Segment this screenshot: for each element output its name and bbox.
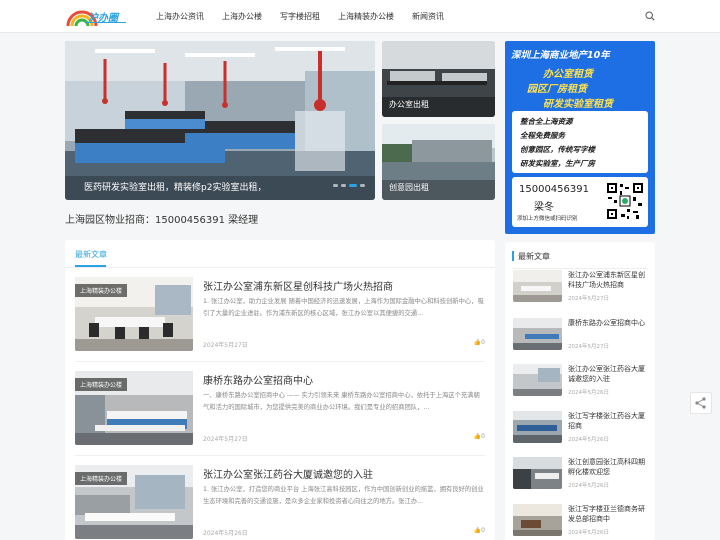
- ad-contact-box: 15000456391 梁冬 添加上方微信或扫码识别: [512, 177, 648, 227]
- sidebar-thumbnail[interactable]: [513, 504, 562, 536]
- divider: [75, 455, 485, 456]
- nav-item-news[interactable]: 新闻资讯: [412, 11, 444, 22]
- sidebar-title: 最新文章: [518, 252, 550, 261]
- article-excerpt: 1. 张江办公室，打造您的商业平台 上海张江高科技园区，作为中国创新创业的摇篮，…: [203, 486, 484, 505]
- like-button[interactable]: 👍0: [474, 433, 485, 440]
- article-thumbnail[interactable]: 上海精装办公楼: [75, 371, 193, 445]
- sidebar-article[interactable]: 张江办公室浦东新区星创科技广场火热招商 2024年5月27日: [513, 270, 653, 314]
- like-count: 0: [481, 339, 485, 346]
- sidebar-title-bar: [512, 251, 514, 261]
- sidebar-thumbnail[interactable]: [513, 411, 562, 443]
- sidebar-article[interactable]: 张江创意园张江高科四期孵化楼欢迎您 2024年5月26日: [513, 457, 653, 501]
- sidebar-thumbnail[interactable]: [513, 457, 562, 489]
- ad-name: 梁冬: [534, 202, 554, 213]
- ad-body-line: 整合全上海资源: [520, 117, 573, 126]
- nav-item-office-news[interactable]: 上海办公资讯: [156, 11, 204, 22]
- main-nav: 上海办公资讯 上海办公楼 写字楼招租 上海精装办公楼 新闻资讯: [156, 11, 462, 22]
- sidebar-article-title[interactable]: 张江创意园张江高科四期孵化楼欢迎您: [568, 457, 650, 477]
- nav-item-fitted-office[interactable]: 上海精装办公楼: [338, 11, 394, 22]
- site-header: 沪办圈 上海办公资讯 上海办公楼 写字楼招租 上海精装办公楼 新闻资讯: [0, 0, 720, 33]
- hero-slider[interactable]: [65, 41, 375, 200]
- ad-body-line: 研发实验室，生产厂房: [520, 159, 595, 168]
- sidebar-article-title[interactable]: 张江写字楼张江药谷大厦招商: [568, 411, 650, 431]
- card-label: 创意园出租: [389, 183, 429, 192]
- card-label: 办公室出租: [389, 100, 429, 109]
- ad-wechat-hint: 添加上方微信或扫码识别: [517, 216, 578, 222]
- article-excerpt: 1. 张江办公室，助力企业发展 随着中国经济的迅速发展，上海作为国际金融中心和科…: [203, 298, 484, 317]
- divider: [65, 267, 495, 268]
- sidebar-article-title[interactable]: 张江写字楼亚兰德商务研发总部招商中: [568, 504, 650, 524]
- logo-underline: [86, 22, 126, 23]
- sidebar-article[interactable]: 张江写字楼亚兰德商务研发总部招商中 2024年5月26日: [513, 504, 653, 540]
- like-button[interactable]: 👍0: [474, 527, 485, 534]
- category-tag[interactable]: 上海精装办公楼: [75, 284, 128, 297]
- slider-dot[interactable]: [341, 184, 346, 187]
- article-date: 2024年5月26日: [203, 530, 248, 537]
- article-item[interactable]: 上海精装办公楼 康桥东路办公室招商中心 一、康桥东路办公室招商中心 —— 实力引…: [75, 371, 485, 455]
- article-item[interactable]: 上海精装办公楼 张江办公室浦东新区星创科技广场火热招商 1. 张江办公室，助力企…: [75, 277, 485, 361]
- article-excerpt: 一、康桥东路办公室招商中心 —— 实力引领未来 康桥东路办公室招商中心，依托于上…: [203, 392, 480, 411]
- sidebar-article-date: 2024年5月26日: [568, 390, 609, 396]
- card-office-rental[interactable]: 办公室出租: [382, 41, 495, 117]
- ad-body-line: 全程免费服务: [520, 131, 565, 140]
- article-title[interactable]: 张江办公室浦东新区星创科技广场火热招商: [203, 278, 393, 293]
- sidebar-article-date: 2024年5月27日: [568, 296, 609, 302]
- sidebar-article-date: 2024年5月26日: [568, 530, 609, 536]
- sidebar-article-title[interactable]: 张江办公室张江药谷大厦诚邀您的入驻: [568, 364, 650, 384]
- category-tag[interactable]: 上海精装办公楼: [75, 378, 128, 391]
- nav-item-office-building[interactable]: 上海办公楼: [222, 11, 262, 22]
- sidebar-article[interactable]: 张江写字楼张江药谷大厦招商 2024年5月26日: [513, 411, 653, 455]
- search-icon[interactable]: [645, 11, 655, 21]
- category-tag[interactable]: 上海精装办公楼: [75, 472, 128, 485]
- slider-caption[interactable]: 医药研发实验室出租，精装修p2实验室出租，: [84, 180, 266, 193]
- divider: [512, 268, 648, 269]
- advert-banner[interactable]: 深圳上海商业地产10年 办公室租赁 园区厂房租赁 研发实验室租赁 整合全上海资源…: [505, 41, 655, 234]
- sidebar-latest-articles: 最新文章 张江办公室浦东新区星创科技广场火热招商 2024年5月27日 康桥东路…: [505, 242, 655, 540]
- sidebar-thumbnail[interactable]: [513, 270, 562, 302]
- article-item[interactable]: 上海精装办公楼 张江办公室张江药谷大厦诚邀您的入驻 1. 张江办公室，打造您的商…: [75, 465, 485, 540]
- sidebar-thumbnail[interactable]: [513, 318, 562, 350]
- ad-headline: 深圳上海商业地产10年: [511, 50, 610, 61]
- slider-dots: [333, 184, 365, 187]
- slider-dot[interactable]: [360, 184, 365, 187]
- ad-line: 研发实验室租赁: [543, 99, 613, 110]
- ad-line: 办公室租赁: [543, 69, 593, 80]
- article-thumbnail[interactable]: 上海精装办公楼: [75, 277, 193, 351]
- like-count: 0: [481, 527, 485, 534]
- ad-phone: 15000456391: [519, 184, 589, 195]
- sidebar-article[interactable]: 康桥东路办公室招商中心 2024年5月27日: [513, 318, 653, 362]
- card-creative-park[interactable]: 创意园出租: [382, 124, 495, 200]
- ad-line: 园区厂房租赁: [527, 84, 587, 95]
- slider-dot[interactable]: [333, 184, 338, 187]
- share-icon: [695, 397, 706, 409]
- tab-latest-articles[interactable]: 最新文章: [75, 249, 107, 260]
- ad-body-box: 整合全上海资源 全程免费服务 创意园区，传统写字楼 研发实验室，生产厂房: [512, 111, 648, 173]
- article-thumbnail[interactable]: 上海精装办公楼: [75, 465, 193, 539]
- latest-articles-panel: 最新文章 上海精装办公楼 张江办公室浦东新区星创科技广场火热招商 1. 张江办公…: [65, 240, 495, 540]
- article-date: 2024年5月27日: [203, 342, 248, 349]
- sidebar-article-date: 2024年5月26日: [568, 437, 609, 443]
- sidebar-thumbnail[interactable]: [513, 364, 562, 396]
- like-button[interactable]: 👍0: [474, 339, 485, 346]
- article-title[interactable]: 张江办公室张江药谷大厦诚邀您的入驻: [203, 466, 373, 481]
- sidebar-article[interactable]: 张江办公室张江药谷大厦诚邀您的入驻 2024年5月26日: [513, 364, 653, 408]
- slider-dot-active[interactable]: [349, 184, 357, 187]
- article-date: 2024年5月27日: [203, 436, 248, 443]
- sidebar-article-title[interactable]: 康桥东路办公室招商中心: [568, 318, 650, 328]
- divider: [75, 361, 485, 362]
- sidebar-article-title[interactable]: 张江办公室浦东新区星创科技广场火热招商: [568, 270, 650, 290]
- sidebar-article-date: 2024年5月26日: [568, 483, 609, 489]
- like-count: 0: [481, 433, 485, 440]
- contact-line: 上海园区物业招商：15000456391 梁经理: [65, 215, 259, 226]
- ad-body-line: 创意园区，传统写字楼: [520, 145, 595, 154]
- lab-photo: [65, 41, 375, 200]
- share-button[interactable]: [690, 392, 712, 414]
- nav-item-office-rental[interactable]: 写字楼招租: [280, 11, 320, 22]
- article-title[interactable]: 康桥东路办公室招商中心: [203, 372, 313, 387]
- qr-code-icon: [605, 181, 645, 221]
- sidebar-article-date: 2024年5月27日: [568, 344, 609, 350]
